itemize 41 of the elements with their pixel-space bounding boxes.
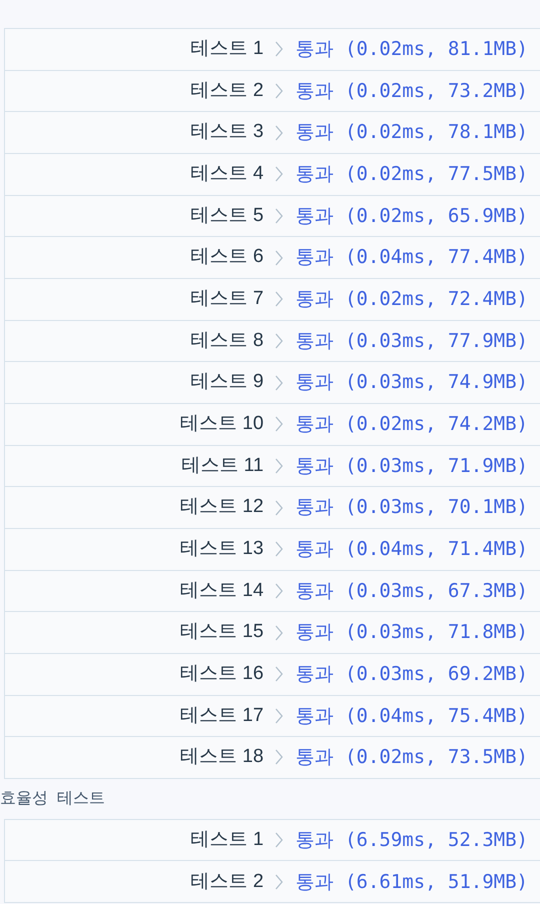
test-result: 통과 (0.02ms, 78.1MB)	[296, 120, 528, 146]
test-label: 테스트 13	[180, 536, 264, 561]
test-result: 통과 (0.04ms, 71.4MB)	[296, 536, 528, 562]
test-label: 테스트 9	[190, 370, 264, 394]
test-result: 통과 (0.04ms, 77.4MB)	[296, 245, 528, 270]
test-result: 통과 (0.02ms, 77.5MB)	[296, 162, 528, 188]
test-label: 테스트 11	[182, 454, 264, 478]
test-result: 통과 (0.02ms, 65.9MB)	[296, 204, 528, 229]
test-result: 통과 (6.59ms, 52.3MB)	[296, 828, 528, 853]
test-result: 통과 (0.03ms, 70.1MB)	[296, 495, 528, 520]
test-label: 테스트 1	[190, 828, 264, 852]
test-result: 통과 (0.03ms, 69.2MB)	[296, 662, 528, 687]
test-label: 테스트 8	[190, 328, 264, 353]
test-result: 통과 (0.02ms, 72.4MB)	[296, 287, 528, 312]
test-label: 테스트 1	[190, 37, 264, 62]
test-label: 테스트 2	[190, 870, 264, 894]
test-result: 통과 (0.02ms, 81.1MB)	[296, 37, 528, 62]
test-result: 통과 (0.02ms, 74.2MB)	[296, 412, 528, 437]
test-label: 테스트 4	[190, 162, 264, 186]
test-label: 테스트 10	[180, 412, 264, 436]
test-result: 통과 (6.61ms, 51.9MB)	[296, 870, 528, 895]
test-label: 테스트 12	[180, 495, 264, 520]
test-result: 통과 (0.02ms, 73.5MB)	[296, 745, 528, 770]
test-result: 통과 (0.04ms, 75.4MB)	[296, 704, 528, 729]
test-label: 테스트 7	[190, 287, 264, 312]
test-label: 테스트 2	[190, 78, 264, 103]
section-title: 효율성 테스트	[0, 788, 105, 809]
test-label: 테스트 16	[180, 662, 264, 686]
test-result: 통과 (0.03ms, 77.9MB)	[296, 328, 528, 354]
test-result: 통과 (0.02ms, 73.2MB)	[296, 78, 528, 104]
test-result: 통과 (0.03ms, 71.9MB)	[296, 454, 528, 479]
test-result: 통과 (0.03ms, 74.9MB)	[296, 370, 528, 396]
test-label: 테스트 17	[180, 704, 264, 728]
test-label: 테스트 6	[190, 245, 264, 270]
test-label: 테스트 14	[180, 578, 264, 603]
test-label: 테스트 15	[180, 620, 264, 644]
test-result: 통과 (0.03ms, 67.3MB)	[296, 578, 528, 604]
test-label: 테스트 5	[190, 204, 264, 228]
test-label: 테스트 3	[190, 120, 264, 144]
test-result: 통과 (0.03ms, 71.8MB)	[296, 620, 528, 646]
test-label: 테스트 18	[180, 745, 264, 770]
